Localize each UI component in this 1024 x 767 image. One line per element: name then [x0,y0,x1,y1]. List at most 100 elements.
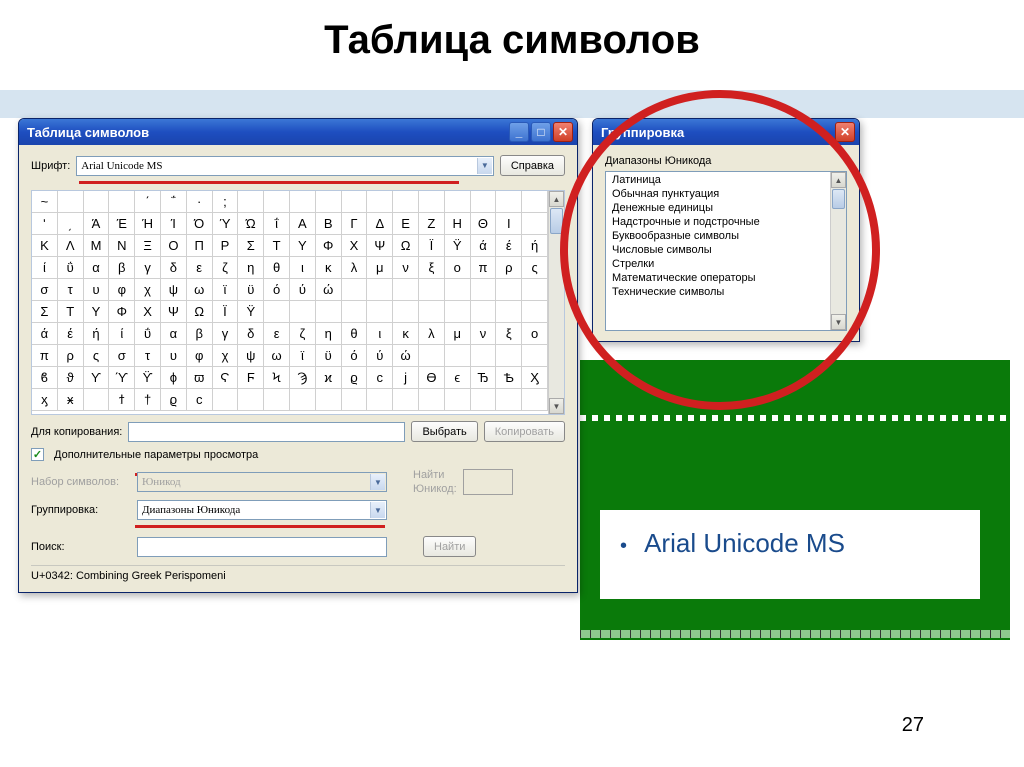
char-cell[interactable] [419,345,445,367]
char-cell[interactable]: ΰ [135,323,161,345]
char-cell[interactable]: β [109,257,135,279]
char-cell[interactable]: ϋ [238,279,264,301]
char-cell[interactable]: Ϋ [238,301,264,323]
char-cell[interactable]: Ψ [161,301,187,323]
grouping-list-item[interactable]: Денежные единицы [608,201,830,215]
char-cell[interactable]: ο [445,257,471,279]
char-cell[interactable] [264,301,290,323]
char-cell[interactable]: Λ [58,235,84,257]
char-cell[interactable]: Υ [290,235,316,257]
char-cell[interactable]: α [161,323,187,345]
char-cell[interactable]: Σ [32,301,58,323]
char-cell[interactable] [445,191,471,213]
char-cell[interactable]: ά [32,323,58,345]
char-cell[interactable] [471,301,497,323]
char-cell[interactable]: Φ [109,301,135,323]
char-cell[interactable]: ϴ [419,367,445,389]
char-cell[interactable]: ϑ [58,367,84,389]
char-cell[interactable]: Π [187,235,213,257]
char-cell[interactable]: ͵ [58,213,84,235]
char-cell[interactable]: χ [135,279,161,301]
char-cell[interactable]: ώ [393,345,419,367]
char-cell[interactable] [393,279,419,301]
char-cell[interactable]: Ω [187,301,213,323]
char-cell[interactable]: λ [419,323,445,345]
char-cell[interactable] [290,389,316,411]
char-cell[interactable]: α [84,257,110,279]
char-cell[interactable]: ν [471,323,497,345]
grouping-listbox[interactable]: ЛатиницаОбычная пунктуацияДенежные едини… [605,171,847,331]
char-cell[interactable]: Ό [187,213,213,235]
char-cell[interactable]: Ϛ [213,367,239,389]
char-cell[interactable]: μ [445,323,471,345]
char-cell[interactable] [84,191,110,213]
char-cell[interactable]: Ώ [238,213,264,235]
char-cell[interactable]: Ϟ [264,367,290,389]
char-cell[interactable]: φ [109,279,135,301]
char-cell[interactable]: ύ [290,279,316,301]
char-cell[interactable]: ι [367,323,393,345]
char-cell[interactable]: γ [135,257,161,279]
minimize-button[interactable]: _ [509,122,529,142]
char-cell[interactable] [290,191,316,213]
char-cell[interactable]: β [187,323,213,345]
char-cell[interactable]: υ [84,279,110,301]
char-cell[interactable] [393,301,419,323]
char-cell[interactable] [445,301,471,323]
char-cell[interactable]: Τ [58,301,84,323]
char-cell[interactable] [342,191,368,213]
char-cell[interactable]: ϐ [32,367,58,389]
char-cell[interactable]: ώ [316,279,342,301]
char-cell[interactable] [84,389,110,411]
char-cell[interactable] [238,389,264,411]
char-cell[interactable]: ύ [367,345,393,367]
char-cell[interactable]: ί [32,257,58,279]
grouping-list-item[interactable]: Латиница [608,173,830,187]
char-cell[interactable]: ζ [213,257,239,279]
char-cell[interactable]: ϱ [161,389,187,411]
char-cell[interactable]: Ϝ [238,367,264,389]
char-cell[interactable]: έ [58,323,84,345]
char-cell[interactable]: φ [187,345,213,367]
char-cell[interactable]: ά [471,235,497,257]
char-cell[interactable]: Ђ [471,367,497,389]
char-cell[interactable]: Β [316,213,342,235]
char-cell[interactable]: ϱ [342,367,368,389]
group-combo[interactable]: Диапазоны Юникода ▼ [137,500,387,520]
close-button[interactable]: ✕ [553,122,573,142]
char-cell[interactable]: η [238,257,264,279]
char-cell[interactable] [471,345,497,367]
char-cell[interactable]: Α [290,213,316,235]
grouping-list-item[interactable]: Буквообразные символы [608,229,830,243]
char-cell[interactable]: ϕ [161,367,187,389]
scroll-thumb[interactable] [832,189,845,209]
char-cell[interactable]: ό [342,345,368,367]
char-cell[interactable]: Ε [393,213,419,235]
char-cell[interactable] [367,279,393,301]
char-cell[interactable] [316,301,342,323]
char-cell[interactable] [367,301,393,323]
char-cell[interactable]: Ϊ [213,301,239,323]
char-cell[interactable] [522,191,548,213]
char-cell[interactable] [445,279,471,301]
char-cell[interactable]: Ί [161,213,187,235]
char-cell[interactable] [238,191,264,213]
grouping-list-item[interactable]: Технические символы [608,285,830,299]
char-cell[interactable] [264,389,290,411]
char-cell[interactable]: Ι [496,213,522,235]
char-cell[interactable] [419,301,445,323]
char-cell[interactable]: Ϊ [419,235,445,257]
char-cell[interactable] [496,279,522,301]
char-cell[interactable]: τ [58,279,84,301]
char-cell[interactable]: ε [187,257,213,279]
char-cell[interactable]: Ѣ [496,367,522,389]
char-cell[interactable]: Ή [135,213,161,235]
char-cell[interactable] [522,279,548,301]
char-cell[interactable] [342,301,368,323]
char-cell[interactable]: π [32,345,58,367]
char-cell[interactable]: ε [264,323,290,345]
char-cell[interactable]: ή [522,235,548,257]
scroll-up-icon[interactable]: ▲ [549,191,564,207]
character-grid[interactable]: ~΄΅·;ʹ͵ΆΈΉΊΌΎΏΐΑΒΓΔΕΖΗΘΙΚΛΜΝΞΟΠΡΣΤΥΦΧΨΩΪ… [32,191,548,411]
char-cell[interactable]: ΅ [161,191,187,213]
